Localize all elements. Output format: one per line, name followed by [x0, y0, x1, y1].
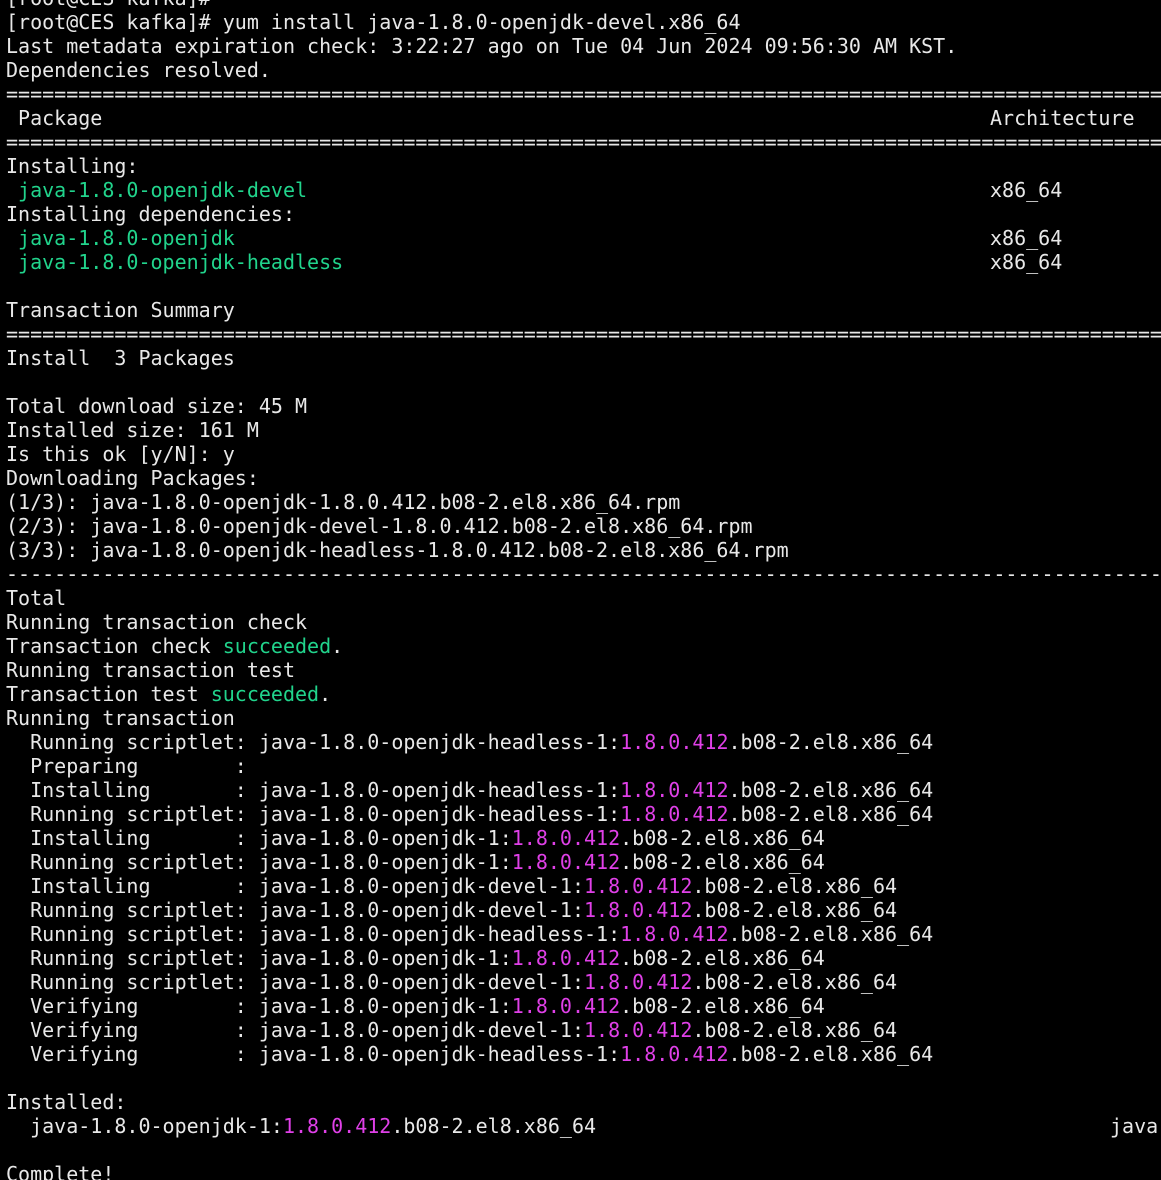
install-count-line: Install 3 Packages [6, 346, 235, 370]
package-name: java-1.8.0-openjdk-devel [6, 178, 308, 202]
running-check-line: Running transaction check [6, 610, 308, 634]
header-architecture: Architecture [990, 106, 1135, 130]
package-arch: x86_64 [990, 178, 1063, 202]
transaction-step: Running scriptlet: java-1.8.0-openjdk-1:… [6, 850, 825, 874]
transaction-step: Running scriptlet: java-1.8.0-openjdk-de… [6, 898, 898, 922]
transaction-step: Running scriptlet: java-1.8.0-openjdk-he… [6, 922, 934, 946]
installing-label: Installing: [6, 154, 139, 178]
total-line: Total [6, 586, 67, 610]
installed-label: Installed: [6, 1090, 127, 1114]
package-name: java-1.8.0-openjdk-headless [6, 250, 344, 274]
transaction-step: Running scriptlet: java-1.8.0-openjdk-de… [6, 970, 898, 994]
deps-resolved-line: Dependencies resolved. [6, 58, 271, 82]
transaction-step: Running scriptlet: java-1.8.0-openjdk-1:… [6, 946, 825, 970]
table-row: java-1.8.0-openjdk-headless x86_64 [6, 250, 1161, 274]
complete-line: Complete! [6, 1162, 115, 1180]
transaction-step: Installing : java-1.8.0-openjdk-devel-1:… [6, 874, 898, 898]
download-line: (3/3): java-1.8.0-openjdk-headless-1.8.0… [6, 538, 789, 562]
status-succeeded: succeeded [222, 634, 332, 658]
installed-row: java-1.8.0-openjdk-1:1.8.0.412.b08-2.el8… [6, 1114, 1159, 1138]
terminal-output: [root@CES kafka]# [root@CES kafka]# yum … [6, 0, 1161, 1180]
running-test-line: Running transaction test [6, 658, 295, 682]
separator-equals: ========================================… [6, 82, 1161, 106]
package-arch: x86_64 [990, 226, 1063, 250]
transaction-step: Installing : java-1.8.0-openjdk-headless… [6, 778, 934, 802]
table-row: java-1.8.0-openjdk-devel x86_64 [6, 178, 1161, 202]
metadata-line: Last metadata expiration check: 3:22:27 … [6, 34, 958, 58]
transaction-step: Preparing : [6, 754, 247, 778]
table-header: Package Architecture [6, 106, 1161, 130]
command-line: [root@CES kafka]# yum install java-1.8.0… [6, 10, 1161, 34]
transaction-step: Running scriptlet: java-1.8.0-openjdk-he… [6, 802, 934, 826]
transaction-step: Running scriptlet: java-1.8.0-openjdk-he… [6, 730, 934, 754]
installed-right-text: java [1110, 1114, 1159, 1138]
transaction-summary-label: Transaction Summary [6, 298, 235, 322]
confirm-line: Is this ok [y/N]: y [6, 442, 235, 466]
package-arch: x86_64 [990, 250, 1063, 274]
header-package: Package [6, 106, 103, 130]
separator-dashes: ----------------------------------------… [6, 562, 1161, 586]
terminal-window[interactable]: [root@CES kafka]# [root@CES kafka]# yum … [0, 0, 1161, 1180]
table-row: java-1.8.0-openjdk x86_64 [6, 226, 1161, 250]
transaction-step: Installing : java-1.8.0-openjdk-1:1.8.0.… [6, 826, 825, 850]
shell-prompt: [root@CES kafka]# [6, 10, 223, 34]
transaction-step: Verifying : java-1.8.0-openjdk-devel-1:1… [6, 1018, 898, 1042]
check-succeeded-line: Transaction check succeeded. [6, 634, 344, 658]
running-transaction-line: Running transaction [6, 706, 235, 730]
separator-equals: ========================================… [6, 322, 1161, 346]
package-name: java-1.8.0-openjdk [6, 226, 235, 250]
separator-equals: ========================================… [6, 130, 1161, 154]
download-line: (2/3): java-1.8.0-openjdk-devel-1.8.0.41… [6, 514, 753, 538]
download-line: (1/3): java-1.8.0-openjdk-1.8.0.412.b08-… [6, 490, 681, 514]
transaction-step: Verifying : java-1.8.0-openjdk-1:1.8.0.4… [6, 994, 825, 1018]
command-text: yum install java-1.8.0-openjdk-devel.x86… [222, 10, 741, 34]
installing-deps-label: Installing dependencies: [6, 202, 295, 226]
installed-size-line: Installed size: 161 M [6, 418, 259, 442]
total-download-line: Total download size: 45 M [6, 394, 308, 418]
status-succeeded: succeeded [210, 682, 320, 706]
downloading-label: Downloading Packages: [6, 466, 259, 490]
transaction-step: Verifying : java-1.8.0-openjdk-headless-… [6, 1042, 934, 1066]
previous-prompt-line: [root@CES kafka]# [6, 0, 1161, 10]
test-succeeded-line: Transaction test succeeded. [6, 682, 332, 706]
